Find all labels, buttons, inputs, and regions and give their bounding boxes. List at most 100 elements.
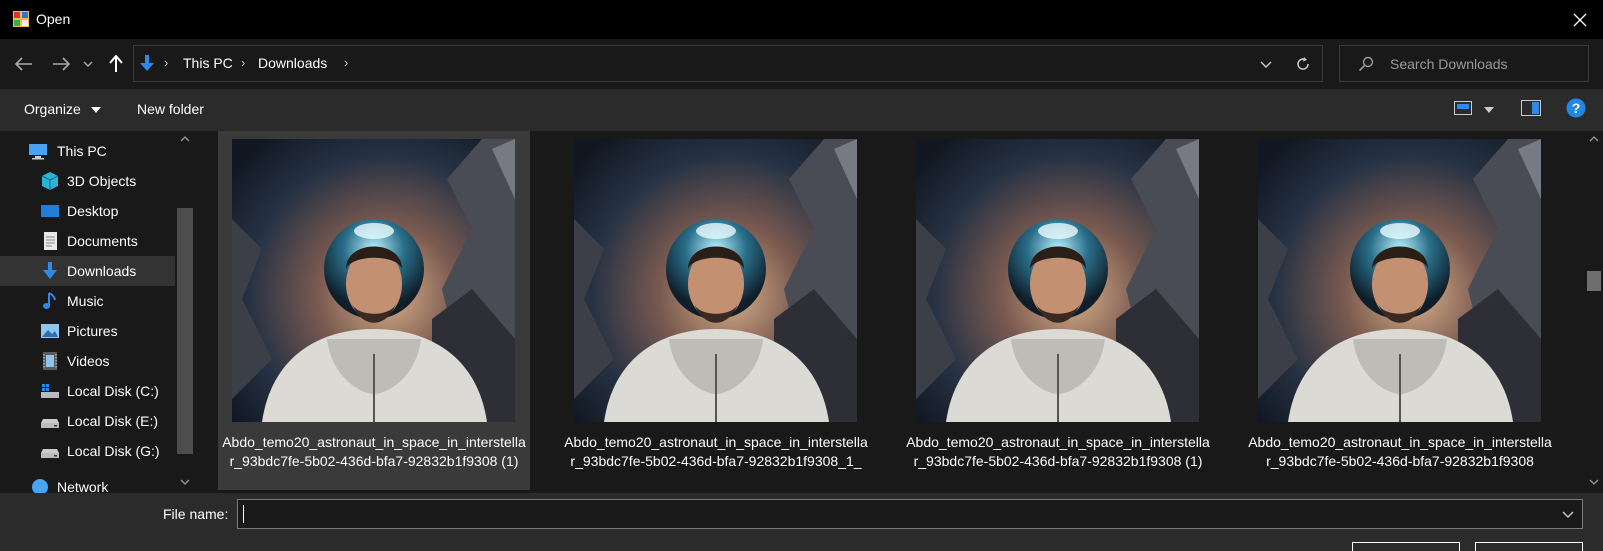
search-placeholder: Search Downloads — [1390, 56, 1508, 72]
up-button[interactable] — [104, 52, 128, 76]
breadcrumb-this-pc[interactable]: This PC — [183, 55, 233, 71]
preview-pane-icon — [1521, 100, 1541, 116]
file-name-label: Abdo_temo20_astronaut_in_space_in_inters… — [564, 434, 868, 469]
document-icon — [44, 232, 57, 250]
download-arrow-icon — [43, 262, 57, 279]
chevron-down-icon[interactable] — [1562, 511, 1574, 518]
file-name-label: Abdo_temo20_astronaut_in_space_in_inters… — [222, 434, 526, 469]
open-button[interactable] — [1352, 542, 1460, 551]
text-caret — [243, 505, 244, 523]
image-thumbnail — [574, 139, 857, 422]
breadcrumb-downloads[interactable]: Downloads — [258, 55, 327, 71]
file-item[interactable]: Abdo_temo20_astronaut_in_space_in_inters… — [902, 131, 1214, 493]
arrow-left-icon — [15, 57, 32, 71]
nav-item-this-pc[interactable]: This PC — [0, 136, 163, 166]
forward-button[interactable] — [49, 52, 73, 76]
chevron-right-icon: › — [164, 55, 169, 70]
drive-icon — [41, 419, 59, 428]
nav-item-network[interactable]: Network — [0, 472, 165, 493]
scroll-down-icon[interactable] — [1589, 479, 1599, 485]
address-bar[interactable]: › This PC › Downloads › — [133, 45, 1323, 82]
nav-label: Network — [57, 479, 109, 493]
search-icon — [1358, 56, 1374, 72]
file-name-label: File name: — [163, 506, 229, 522]
file-list: Abdo_temo20_astronaut_in_space_in_inters… — [196, 131, 1585, 493]
nav-item-local-disk-e[interactable]: Local Disk (E:) — [0, 406, 175, 436]
chevron-down-icon — [83, 61, 93, 67]
pc-icon — [29, 144, 47, 160]
nav-label: This PC — [57, 143, 107, 159]
arrow-right-icon — [53, 57, 70, 71]
scroll-down-icon[interactable] — [180, 479, 190, 485]
svg-text:?: ? — [1572, 100, 1581, 116]
app-icon — [13, 11, 29, 27]
nav-label: Videos — [67, 353, 110, 369]
nav-item-documents[interactable]: Documents — [0, 226, 175, 256]
file-item[interactable]: Abdo_temo20_astronaut_in_space_in_inters… — [218, 131, 530, 493]
file-item[interactable]: Abdo_temo20_astronaut_in_space_in_inters… — [1244, 131, 1556, 493]
window-title: Open — [36, 11, 71, 27]
back-button[interactable] — [12, 52, 36, 76]
nav-label: Music — [67, 293, 104, 309]
close-icon — [1573, 13, 1587, 26]
nav-item-downloads[interactable]: Downloads — [0, 256, 175, 286]
nav-scroll-thumb[interactable] — [177, 208, 193, 454]
network-icon — [32, 479, 48, 493]
preview-pane-button[interactable] — [1521, 100, 1541, 119]
chevron-right-icon[interactable]: › — [344, 55, 348, 70]
file-list-scroll-thumb[interactable] — [1587, 271, 1601, 291]
nav-label: Local Disk (E:) — [67, 413, 159, 429]
chevron-down-icon[interactable] — [1260, 61, 1272, 68]
nav-label: Downloads — [67, 263, 137, 279]
nav-item-local-disk-g[interactable]: Local Disk (G:) — [0, 436, 175, 466]
caret-down-icon[interactable] — [1484, 107, 1494, 113]
new-folder-button[interactable]: New folder — [137, 101, 204, 117]
image-thumbnail — [916, 139, 1199, 422]
nav-item-3d-objects[interactable]: 3D Objects — [0, 166, 175, 196]
nav-label: Documents — [67, 233, 138, 249]
arrow-up-icon — [109, 55, 123, 72]
organize-button[interactable]: Organize — [24, 101, 101, 117]
navigation-pane: This PC 3D Objects Desktop Documents Dow… — [0, 131, 196, 493]
help-button[interactable]: ? — [1566, 98, 1586, 121]
file-item[interactable]: Abdo_temo20_astronaut_in_space_in_inters… — [560, 131, 872, 493]
windows-drive-icon — [41, 384, 59, 398]
nav-label: Desktop — [67, 203, 119, 219]
recent-locations-button[interactable] — [80, 52, 96, 76]
download-arrow-icon — [140, 55, 154, 71]
file-list-scrollbar[interactable] — [1585, 131, 1603, 493]
file-name-row: File name: — [0, 493, 1603, 551]
title-bar: Open — [0, 0, 1603, 39]
cancel-button[interactable] — [1475, 542, 1583, 551]
cube-icon — [41, 172, 59, 190]
file-name-input[interactable] — [237, 499, 1583, 529]
close-button[interactable] — [1557, 0, 1603, 39]
organize-label: Organize — [24, 101, 81, 117]
drive-icon — [41, 449, 59, 458]
nav-item-videos[interactable]: Videos — [0, 346, 175, 376]
nav-label: 3D Objects — [67, 173, 137, 189]
search-input[interactable]: Search Downloads — [1339, 45, 1589, 82]
nav-item-desktop[interactable]: Desktop — [0, 196, 175, 226]
address-row: › This PC › Downloads › Search Downloads — [0, 39, 1603, 89]
caret-down-icon — [90, 107, 101, 114]
nav-item-music[interactable]: Music — [0, 286, 175, 316]
nav-label: Local Disk (C:) — [67, 383, 159, 399]
refresh-icon[interactable] — [1295, 56, 1311, 72]
nav-item-pictures[interactable]: Pictures — [0, 316, 175, 346]
nav-label: Pictures — [67, 323, 118, 339]
image-thumbnail — [232, 139, 515, 422]
view-icon — [1454, 101, 1472, 115]
picture-icon — [41, 324, 59, 338]
nav-item-local-disk-c[interactable]: Local Disk (C:) — [0, 376, 175, 406]
scroll-up-icon[interactable] — [1589, 136, 1599, 142]
video-icon — [43, 352, 57, 370]
desktop-icon — [41, 205, 59, 217]
help-icon: ? — [1566, 98, 1586, 118]
chevron-right-icon: › — [241, 55, 246, 70]
file-name-label: Abdo_temo20_astronaut_in_space_in_inters… — [906, 434, 1210, 469]
scroll-up-icon[interactable] — [180, 136, 190, 142]
change-view-button[interactable] — [1454, 101, 1472, 118]
nav-label: Local Disk (G:) — [67, 443, 160, 459]
command-bar: Organize New folder ? — [0, 89, 1603, 131]
